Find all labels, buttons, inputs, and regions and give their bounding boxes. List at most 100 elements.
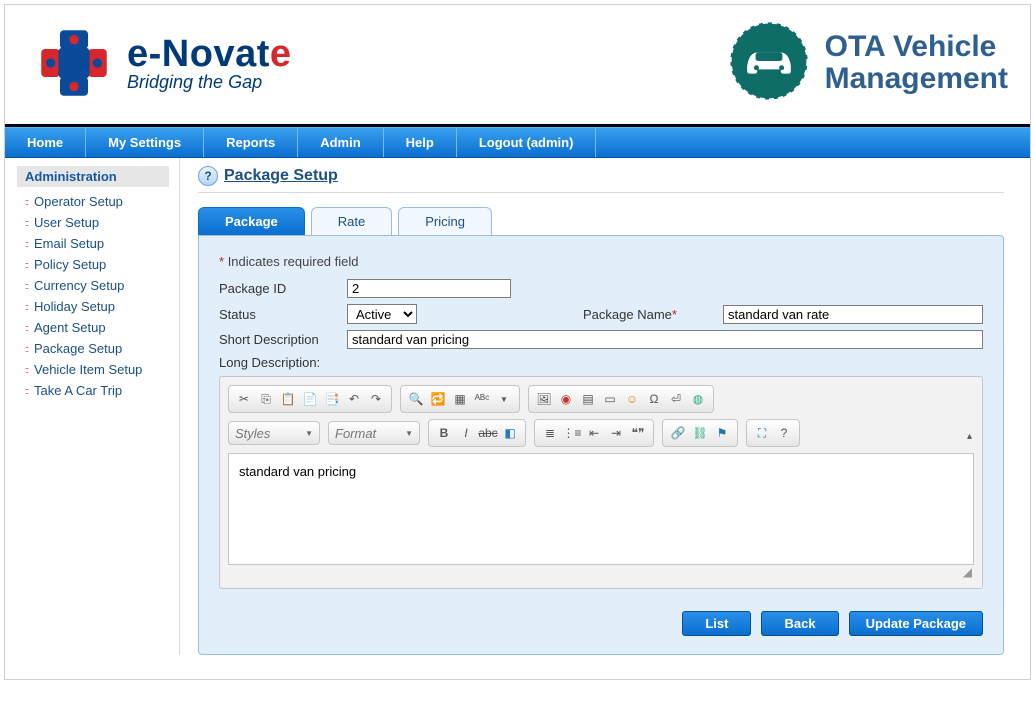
styles-dropdown[interactable]: Styles ▼ [228,421,320,445]
label-long-description: Long Description: [219,355,983,370]
update-package-button[interactable]: Update Package [849,611,983,636]
numbered-list-icon[interactable]: ≣ [540,423,560,443]
bullet-icon: :: [25,260,28,270]
bullet-icon: :: [25,218,28,228]
list-button[interactable]: List [682,611,751,636]
tab-pricing[interactable]: Pricing [398,207,492,235]
sidebar-item-user-setup[interactable]: ::User Setup [23,212,169,233]
page-title-link[interactable]: Package Setup [224,167,338,185]
bullet-list-icon[interactable]: ⋮≡ [562,423,582,443]
nav-my-settings[interactable]: My Settings [86,128,204,157]
sidebar-item-take-a-car-trip[interactable]: ::Take A Car Trip [23,380,169,401]
format-dropdown-label: Format [335,426,376,441]
top-nav: Home My Settings Reports Admin Help Logo… [5,127,1030,158]
special-char-icon[interactable]: Ω [644,389,664,409]
help-icon[interactable]: ? [198,166,218,186]
col-package-name: Package Name* [583,305,983,324]
textarea-long-description[interactable]: standard van pricing [228,453,974,565]
sidebar-item-package-setup[interactable]: ::Package Setup [23,338,169,359]
unlink-icon[interactable]: ⛓ [690,423,710,443]
required-note: * Indicates required field [219,254,983,269]
outdent-icon[interactable]: ⇤ [584,423,604,443]
page-title: ? Package Setup [198,166,1004,193]
tab-package[interactable]: Package [198,207,305,235]
input-package-id[interactable] [347,279,511,298]
rte-group-find: 🔍 🔁 ▦ ᴬᴮᶜ ▼ [400,385,520,413]
label-status: Status [219,307,347,322]
product-title: OTA Vehicle Management [825,31,1008,94]
page-break-icon[interactable]: ⏎ [666,389,686,409]
undo-icon[interactable]: ↶ [344,389,364,409]
toolbar-collapse-icon[interactable]: ▴ [967,431,972,442]
smiley-icon[interactable]: ☺ [622,389,642,409]
spellcheck-icon[interactable]: ᴬᴮᶜ [472,389,492,409]
italic-icon[interactable]: I [456,423,476,443]
label-package-id: Package ID [219,281,347,296]
rich-text-editor: ✂ ⎘ 📋 📄 📑 ↶ ↷ 🔍 🔁 ▦ ᴬᴮᶜ [219,376,983,589]
required-note-text: Indicates required field [228,254,359,269]
sidebar: Administration ::Operator Setup ::User S… [5,158,180,655]
blockquote-icon[interactable]: ❝❞ [628,423,648,443]
find-icon[interactable]: 🔍 [406,389,426,409]
sidebar-item-agent-setup[interactable]: ::Agent Setup [23,317,169,338]
select-status[interactable]: Active [347,304,417,324]
sidebar-item-label: Operator Setup [34,194,123,209]
rte-group-lists: ≣ ⋮≡ ⇤ ⇥ ❝❞ [534,419,654,447]
chevron-down-icon[interactable]: ▼ [494,389,514,409]
nav-reports[interactable]: Reports [204,128,298,157]
iframe-icon[interactable]: ◍ [688,389,708,409]
sidebar-item-email-setup[interactable]: ::Email Setup [23,233,169,254]
nav-home[interactable]: Home [5,128,86,157]
page-container: e-Novate Bridging the Gap [4,4,1031,680]
brand-text: e-Novate Bridging the Gap [127,33,292,93]
strike-icon[interactable]: abc [478,423,498,443]
bullet-icon: :: [25,323,28,333]
sidebar-item-holiday-setup[interactable]: ::Holiday Setup [23,296,169,317]
chevron-down-icon: ▼ [405,429,413,438]
hr-icon[interactable]: ▭ [600,389,620,409]
copy-icon[interactable]: ⎘ [256,389,276,409]
input-package-name[interactable] [723,305,983,324]
nav-admin[interactable]: Admin [298,128,383,157]
required-star: * [672,307,677,322]
maximize-icon[interactable]: ⛶ [752,423,772,443]
sidebar-item-operator-setup[interactable]: ::Operator Setup [23,191,169,212]
flash-icon[interactable]: ◉ [556,389,576,409]
puzzle-icon [35,24,113,102]
sidebar-item-label: Vehicle Item Setup [34,362,142,377]
bullet-icon: :: [25,365,28,375]
sidebar-item-label: Email Setup [34,236,104,251]
tab-rate[interactable]: Rate [311,207,392,235]
chevron-down-icon: ▼ [305,429,313,438]
about-icon[interactable]: ? [774,423,794,443]
select-all-icon[interactable]: ▦ [450,389,470,409]
table-icon[interactable]: ▤ [578,389,598,409]
redo-icon[interactable]: ↷ [366,389,386,409]
remove-format-icon[interactable]: ◧ [500,423,520,443]
sidebar-item-label: Currency Setup [34,278,124,293]
rte-toolbar-row-2: Styles ▼ Format ▼ B I abc ◧ [228,419,974,447]
image-icon[interactable]: 🖼 [534,389,554,409]
paste-icon[interactable]: 📋 [278,389,298,409]
anchor-icon[interactable]: ⚑ [712,423,732,443]
indent-icon[interactable]: ⇥ [606,423,626,443]
sidebar-item-currency-setup[interactable]: ::Currency Setup [23,275,169,296]
sidebar-item-policy-setup[interactable]: ::Policy Setup [23,254,169,275]
bullet-icon: :: [25,281,28,291]
input-short-description[interactable] [347,330,983,349]
nav-help[interactable]: Help [384,128,457,157]
sidebar-item-vehicle-item-setup[interactable]: ::Vehicle Item Setup [23,359,169,380]
paste-text-icon[interactable]: 📄 [300,389,320,409]
resize-handle-icon[interactable]: ◢ [228,568,974,580]
bullet-icon: :: [25,239,28,249]
cut-icon[interactable]: ✂ [234,389,254,409]
link-icon[interactable]: 🔗 [668,423,688,443]
back-button[interactable]: Back [761,611,838,636]
label-short-description: Short Description [219,332,347,347]
bold-icon[interactable]: B [434,423,454,443]
paste-word-icon[interactable]: 📑 [322,389,342,409]
car-badge-icon [727,19,811,106]
replace-icon[interactable]: 🔁 [428,389,448,409]
format-dropdown[interactable]: Format ▼ [328,421,420,445]
nav-logout[interactable]: Logout (admin) [457,128,597,157]
